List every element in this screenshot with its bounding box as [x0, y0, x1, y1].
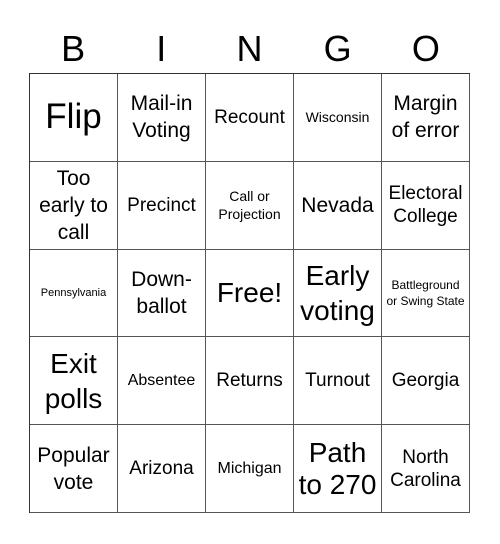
cell-label: Path to 270 — [298, 436, 377, 500]
cell-label: Early voting — [300, 259, 375, 326]
bingo-cell[interactable]: Battleground or Swing State — [382, 249, 470, 338]
cell-label: Absentee — [127, 372, 196, 390]
free-space-label: Free! — [216, 277, 283, 309]
cell-label: Wisconsin — [305, 109, 370, 126]
cell-label: Too early to call — [39, 166, 108, 244]
cell-label: Exit polls — [44, 347, 103, 414]
cell-label: Arizona — [129, 458, 194, 480]
bingo-cell[interactable]: Margin of error — [382, 74, 470, 162]
bingo-grid: Flip Mail-in Voting Recount Wisconsin Ma… — [29, 73, 470, 513]
bingo-cell[interactable]: Path to 270 — [294, 425, 382, 513]
bingo-cell[interactable]: Flip — [30, 74, 118, 162]
cell-label: Flip — [45, 97, 102, 137]
bingo-cell[interactable]: Exit polls — [30, 337, 118, 426]
bingo-cell[interactable]: North Carolina — [382, 425, 470, 513]
bingo-cell[interactable]: Recount — [206, 74, 294, 162]
header-letter-g: G — [323, 28, 352, 69]
bingo-cell[interactable]: Electoral College — [382, 161, 470, 250]
header-letter-i: I — [156, 28, 167, 69]
cell-label: Down-ballot — [131, 267, 192, 318]
cell-label: Turnout — [305, 370, 370, 392]
cell-label: Margin of error — [391, 92, 460, 143]
bingo-cell[interactable]: Popular vote — [30, 425, 118, 513]
free-space-cell[interactable]: Free! — [206, 249, 294, 338]
bingo-cell[interactable]: Early voting — [294, 249, 382, 338]
bingo-cell[interactable]: Wisconsin — [294, 74, 382, 162]
cell-label: Call or Projection — [218, 188, 281, 223]
cell-label: Returns — [216, 370, 283, 392]
bingo-cell[interactable]: Turnout — [294, 337, 382, 426]
bingo-cell[interactable]: Returns — [206, 337, 294, 426]
bingo-cell[interactable]: Precinct — [118, 161, 206, 250]
bingo-cell[interactable]: Down-ballot — [118, 249, 206, 338]
bingo-cell[interactable]: Too early to call — [30, 161, 118, 250]
bingo-cell[interactable]: Nevada — [294, 161, 382, 250]
cell-label: Battleground or Swing State — [386, 277, 465, 308]
cell-label: Pennsylvania — [40, 286, 107, 299]
cell-label: Nevada — [301, 193, 374, 217]
bingo-cell[interactable]: Absentee — [118, 337, 206, 426]
header-letter-b: B — [61, 28, 86, 69]
bingo-cell[interactable]: Arizona — [118, 425, 206, 513]
bingo-header: B I N G O — [29, 26, 470, 72]
cell-label: Popular vote — [37, 443, 110, 494]
cell-label: Mail-in Voting — [130, 92, 193, 143]
header-letter-n: N — [236, 28, 263, 69]
cell-label: North Carolina — [390, 446, 461, 491]
cell-label: Precinct — [127, 194, 196, 216]
cell-label: Recount — [214, 106, 285, 128]
bingo-cell[interactable]: Michigan — [206, 425, 294, 513]
bingo-cell[interactable]: Mail-in Voting — [118, 74, 206, 162]
bingo-cell[interactable]: Call or Projection — [206, 161, 294, 250]
header-letter-o: O — [411, 28, 440, 69]
bingo-cell[interactable]: Pennsylvania — [30, 249, 118, 338]
bingo-cell[interactable]: Georgia — [382, 337, 470, 426]
cell-label: Georgia — [391, 370, 460, 392]
cell-label: Michigan — [217, 460, 282, 478]
cell-label: Electoral College — [388, 183, 463, 228]
